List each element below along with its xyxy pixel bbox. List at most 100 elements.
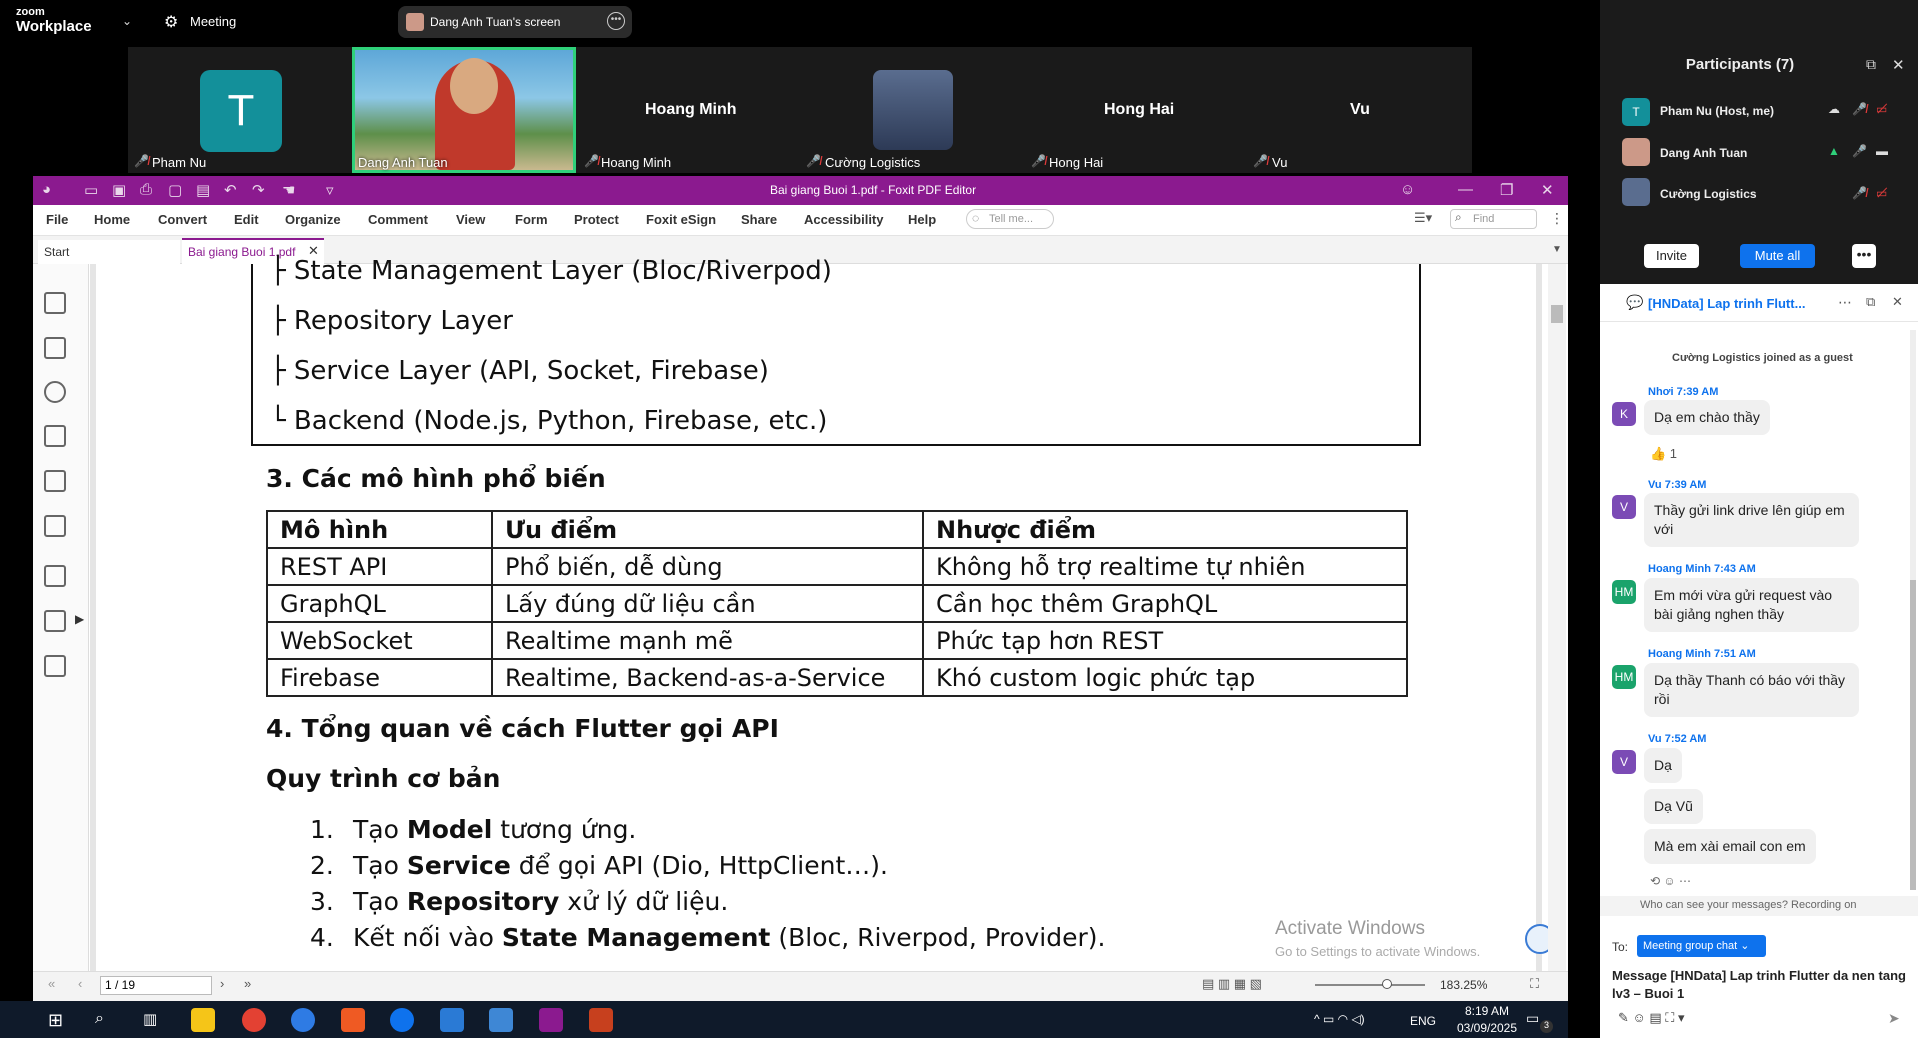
chat-bubble[interactable]: Mà em xài email con em [1644,829,1816,864]
page-number-field[interactable]: 1 / 19 [100,976,212,995]
chrome-icon[interactable] [242,1008,266,1032]
clock-date[interactable]: 03/09/2025 [1452,1021,1522,1035]
expand-panel-icon[interactable]: ▶ [75,612,84,626]
zoom-logo[interactable]: Workplace [16,18,92,35]
undo-icon[interactable]: ↶ [224,181,237,199]
menu-form[interactable]: Form [515,212,548,227]
message-input[interactable]: Message [HNData] Lap trinh Flutter da ne… [1612,967,1912,1003]
hand-tool-icon[interactable]: ☚ [282,181,295,199]
chat-bubble[interactable]: Thầy gửi link drive lên giúp em với [1644,493,1859,547]
menu-protect[interactable]: Protect [574,212,619,227]
mic-icon[interactable]: 🎤 [1852,144,1867,158]
account-icon[interactable]: ☺ [1400,181,1415,198]
video-icon[interactable]: ▬ [1876,144,1888,158]
brave-icon[interactable] [341,1008,365,1032]
powerpoint-icon[interactable] [589,1008,613,1032]
input-language[interactable]: ENG [1410,1014,1436,1028]
chat-bubble[interactable]: Em mới vừa gửi request vào bài giảng ngh… [1644,578,1859,632]
clock-time[interactable]: 8:19 AM [1452,1004,1522,1018]
zoom-app-icon[interactable] [390,1008,414,1032]
search-icon[interactable]: ⌕ [95,1010,104,1028]
chat-bubble[interactable]: Dạ Vũ [1644,789,1703,824]
tray-icons[interactable]: ^ ▭ ◠ ◁) [1314,1012,1365,1026]
invite-button[interactable]: Invite [1644,244,1699,268]
restore-icon[interactable]: ❐ [1500,181,1513,199]
comments-icon[interactable] [44,381,66,403]
print-icon[interactable]: ⎙ [140,181,152,198]
more-icon[interactable]: ⋯ [1838,294,1852,311]
vscode-icon[interactable] [440,1008,464,1032]
bookmark-icon[interactable] [44,292,66,314]
more-options-icon[interactable]: ••• [607,12,625,30]
close-icon[interactable]: ✕ [1892,294,1903,310]
close-icon[interactable]: ✕ [1541,181,1554,199]
close-icon[interactable]: ✕ [1892,56,1905,74]
menu-share[interactable]: Share [741,212,777,227]
tab-list-icon[interactable]: ▼ [1552,244,1562,255]
menu-convert[interactable]: Convert [158,212,207,227]
security-icon[interactable] [44,515,66,537]
foxit-logo-icon[interactable]: ◕ [42,181,51,198]
meeting-label[interactable]: Meeting [190,14,236,29]
page-layout-icon[interactable]: ▤ ▥ ▦ ▧ [1202,976,1262,992]
menu-organize[interactable]: Organize [285,212,341,227]
popout-icon[interactable]: ⧉ [1866,294,1875,310]
menu-comment[interactable]: Comment [368,212,428,227]
menu-accessibility[interactable]: Accessibility [804,212,884,227]
mic-muted-icon[interactable]: 🎤̸ [1852,102,1867,116]
recipient-select[interactable]: Meeting group chat ⌄ [1637,935,1766,957]
reaction[interactable]: 👍 1 [1650,446,1677,462]
chat-scrollbar-thumb[interactable] [1910,580,1916,890]
menu-home[interactable]: Home [94,212,130,227]
first-page-icon[interactable]: « [48,976,55,991]
save-icon[interactable]: ▣ [112,181,126,199]
tell-me-input[interactable]: Tell me... [966,209,1054,229]
redo-icon[interactable]: ↷ [252,181,265,199]
message-actions-icon[interactable]: ⟲ ☺ ⋯ [1650,874,1691,888]
video-off-icon[interactable]: ▭̸ [1876,186,1887,200]
app-icon[interactable] [291,1008,315,1032]
menu-help[interactable]: Help [908,212,936,227]
next-page-icon[interactable]: › [220,976,224,991]
app-icon[interactable] [489,1008,513,1032]
content-icon[interactable] [44,655,66,677]
scrollbar-thumb[interactable] [1551,305,1563,323]
windows-start-icon[interactable]: ⊞ [48,1010,63,1031]
more-options-button[interactable]: ••• [1852,244,1876,268]
open-folder-icon[interactable]: ▭ [84,181,98,199]
signature-icon[interactable] [44,610,66,632]
pages-icon[interactable] [44,337,66,359]
zoom-slider[interactable] [1315,984,1425,986]
send-icon[interactable]: ➤ [1888,1010,1900,1027]
video-off-icon[interactable]: ▭̸ [1876,102,1887,116]
format-tools-icon[interactable]: ✎ ☺ ▤ ⛶ ▾ [1618,1010,1685,1026]
more-vertical-icon[interactable]: ⋮ [1550,210,1564,227]
popout-icon[interactable]: ⧉ [1866,56,1876,73]
zoom-slider-handle[interactable] [1382,979,1392,989]
mute-all-button[interactable]: Mute all [1740,244,1815,268]
form-icon[interactable] [44,565,66,587]
menu-edit[interactable]: Edit [234,212,259,227]
attachment-icon[interactable] [44,470,66,492]
notification-icon[interactable]: ▭ [1526,1010,1539,1027]
privacy-note[interactable]: Who can see your messages? Recording on [1600,896,1918,916]
task-view-icon[interactable]: ▥ [143,1010,157,1028]
chat-bubble[interactable]: Dạ [1644,748,1682,783]
layers-icon[interactable] [44,425,66,447]
minimize-icon[interactable]: — [1458,181,1473,198]
export-icon[interactable]: ▤ [196,181,210,199]
tab-start[interactable]: Start [38,240,180,264]
find-input[interactable]: Find [1450,209,1537,229]
fullscreen-icon[interactable]: ⛶ [1530,976,1539,992]
file-explorer-icon[interactable] [191,1008,215,1032]
customize-qat-icon[interactable]: ▿ [326,181,334,199]
menu-view[interactable]: View [456,212,485,227]
foxit-app-icon[interactable] [539,1008,563,1032]
chat-title[interactable]: [HNData] Lap trinh Flutt... [1648,296,1805,311]
prev-page-icon[interactable]: ‹ [78,976,82,991]
search-options-icon[interactable]: ☰▾ [1414,210,1432,226]
chat-bubble[interactable]: Dạ em chào thầy [1644,400,1770,435]
chat-bubble[interactable]: Dạ thầy Thanh có báo với thầy rồi [1644,663,1859,717]
menu-foxit-esign[interactable]: Foxit eSign [646,212,716,227]
menu-file[interactable]: File [46,212,68,227]
